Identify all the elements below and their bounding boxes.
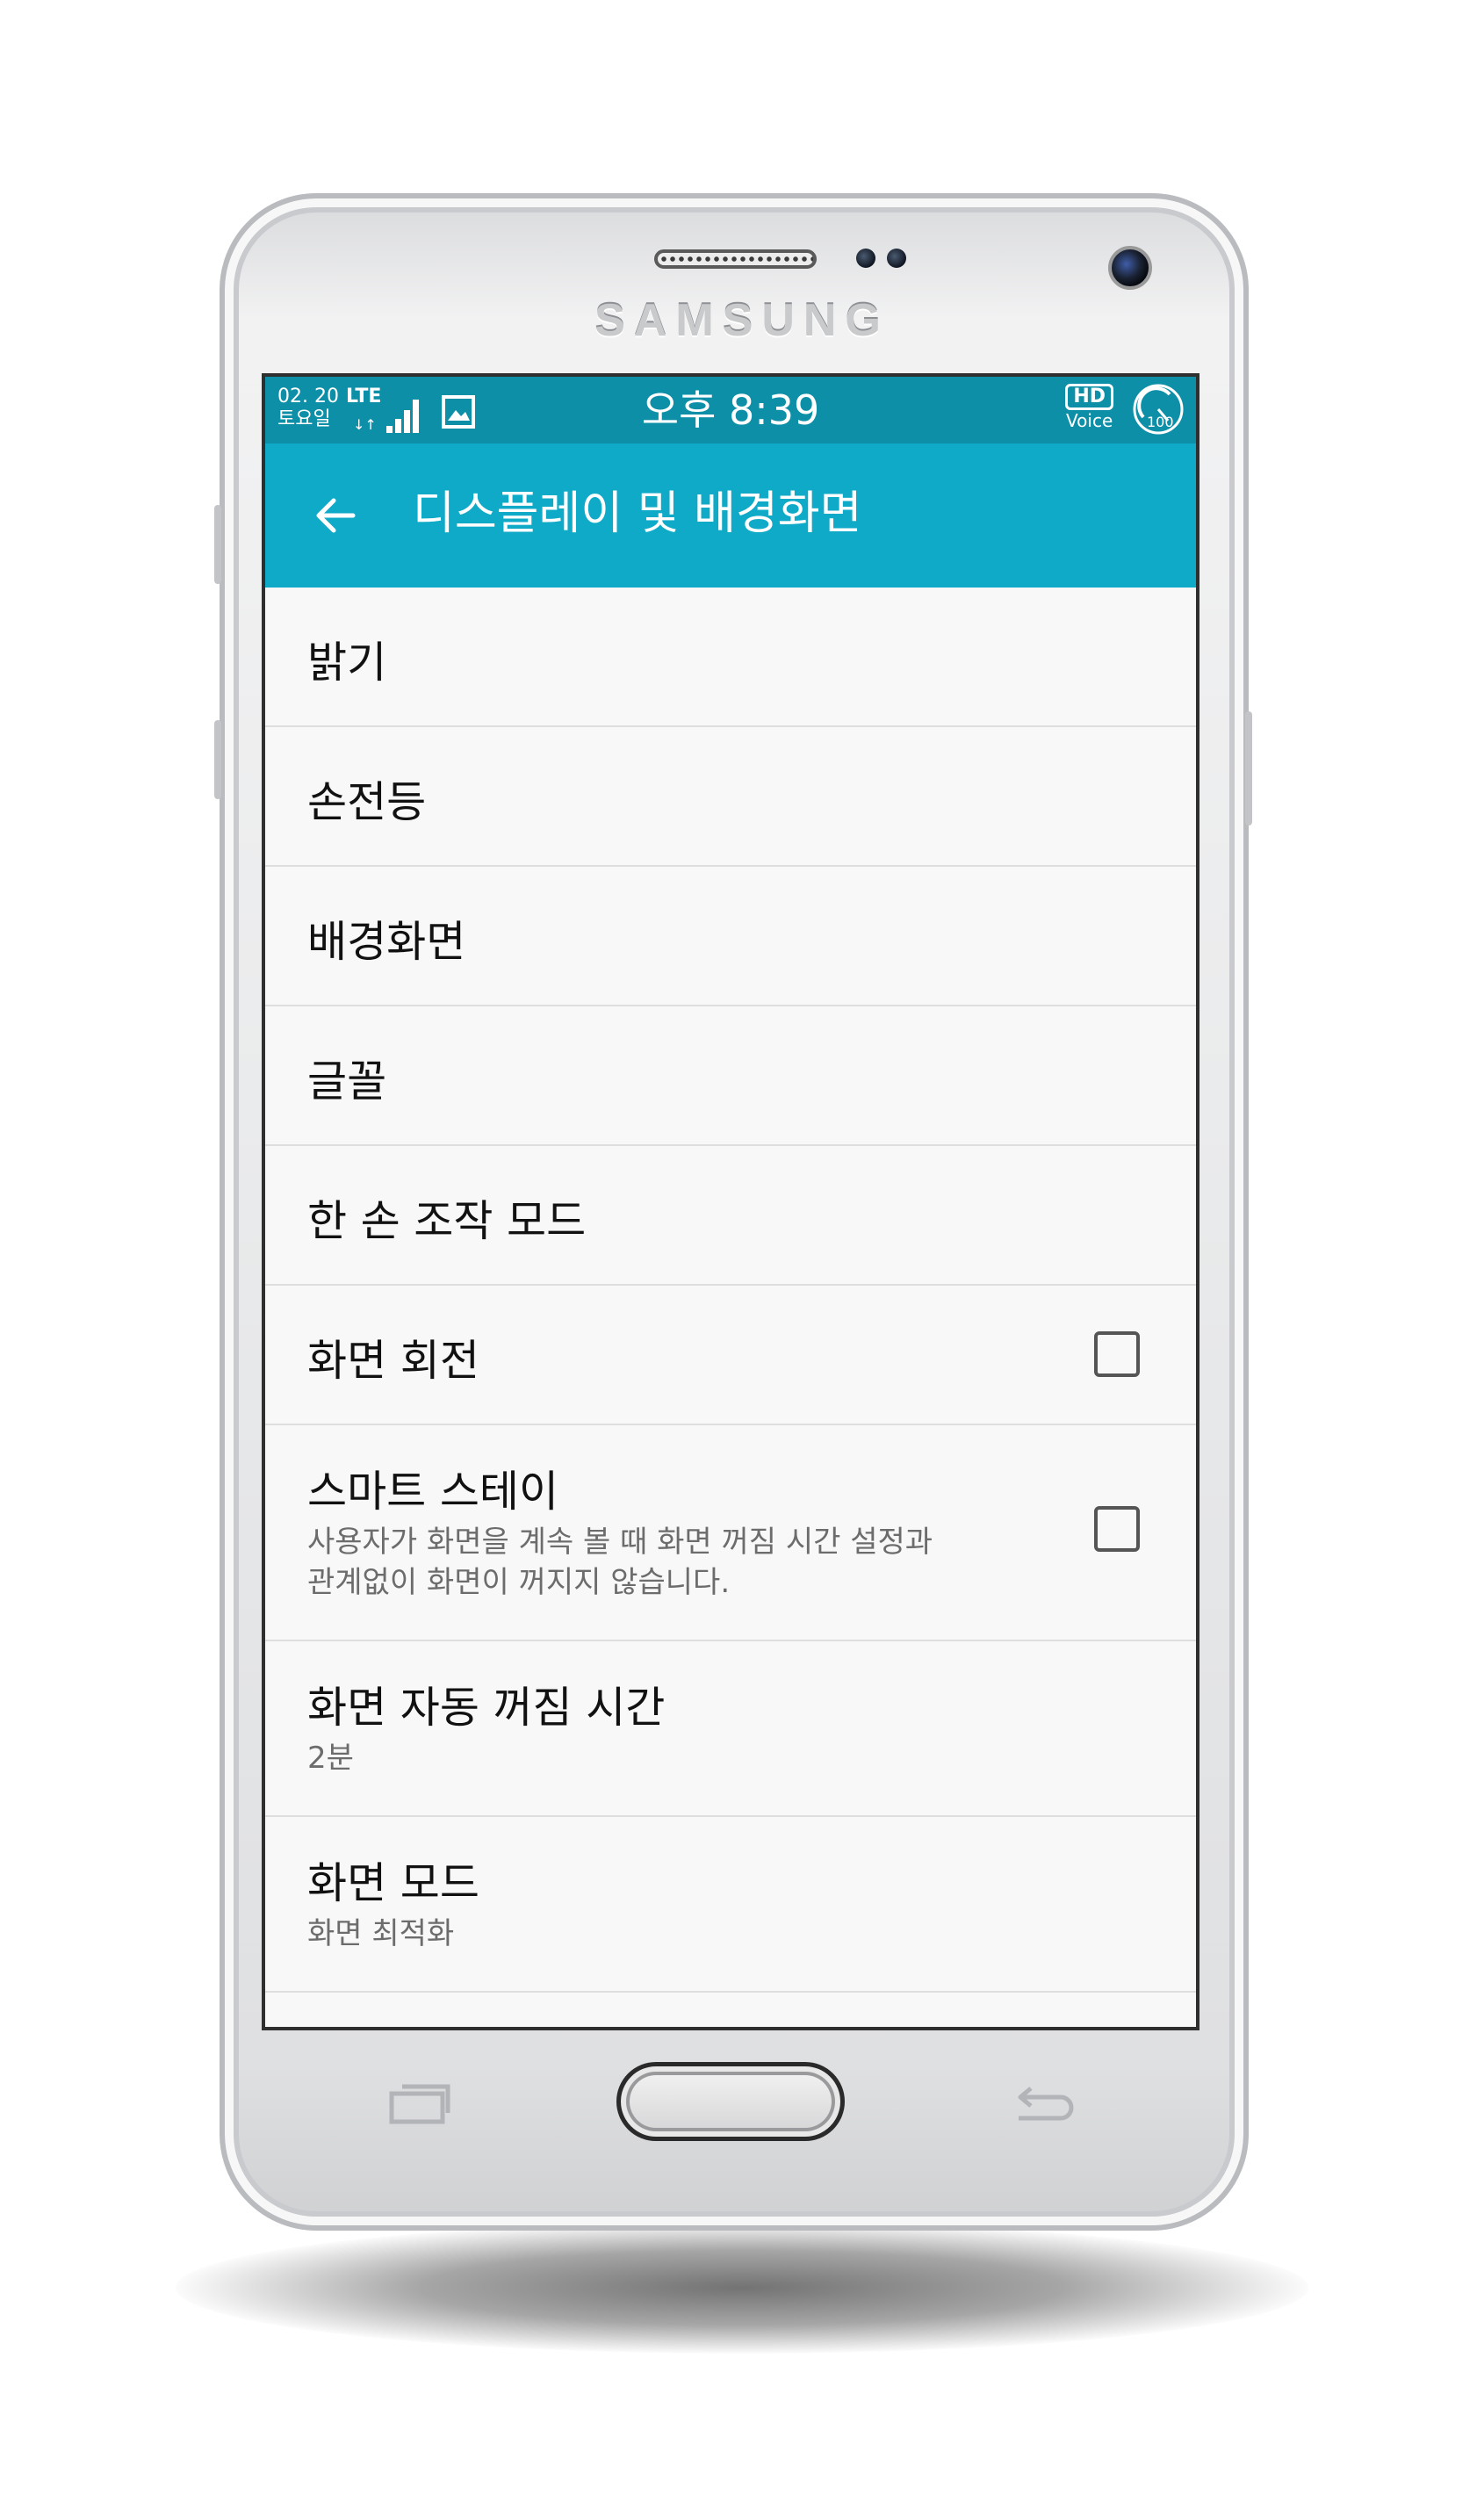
setting-title: 한 손 조작 모드	[307, 1196, 587, 1246]
setting-title: 화면 모드	[307, 1858, 479, 1908]
settings-list: 밝기 손전등 배경화면 글꼴 한 손 조작 모드 화면 회전 스마트 스테이 사…	[265, 588, 1196, 1993]
earpiece-speaker	[654, 249, 817, 269]
battery-icon: 100	[1131, 382, 1185, 436]
setting-one-hand-mode[interactable]: 한 손 조작 모드	[265, 1146, 1196, 1286]
setting-title: 배경화면	[307, 917, 466, 967]
volume-button-2[interactable]	[214, 720, 221, 799]
page-title: 디스플레이 및 배경화면	[413, 487, 862, 540]
setting-wallpaper[interactable]: 배경화면	[265, 867, 1196, 1006]
status-time: 오후 8:39	[641, 386, 820, 434]
proximity-sensor	[856, 249, 875, 268]
hd-badge: HD	[1065, 384, 1113, 410]
screen-rotation-checkbox[interactable]	[1094, 1331, 1140, 1377]
back-key-icon[interactable]	[1010, 2083, 1075, 2129]
setting-title: 손전등	[307, 777, 427, 827]
setting-summary-line: 관계없이 화면이 꺼지지 않습니다.	[307, 1565, 731, 1600]
front-camera	[1108, 246, 1152, 290]
setting-smart-stay[interactable]: 스마트 스테이 사용자가 화면을 계속 볼 때 화면 꺼짐 시간 설정과 관계없…	[265, 1425, 1196, 1641]
hd-voice-indicator: HD Voice	[1065, 384, 1113, 431]
setting-title: 화면 회전	[307, 1336, 479, 1386]
home-button[interactable]	[616, 2062, 845, 2141]
setting-title: 화면 자동 꺼짐 시간	[307, 1683, 666, 1733]
battery-level: 100	[1147, 414, 1174, 430]
smart-stay-checkbox[interactable]	[1094, 1506, 1140, 1552]
brand-logo: SAMSUNG	[594, 295, 890, 346]
setting-font[interactable]: 글꼴	[265, 1006, 1196, 1146]
setting-summary: 2분	[307, 1741, 354, 1776]
setting-title: 스마트 스테이	[307, 1467, 559, 1517]
back-button[interactable]	[309, 489, 362, 542]
setting-brightness[interactable]: 밝기	[265, 588, 1196, 727]
recent-apps-icon[interactable]	[386, 2081, 451, 2127]
setting-title: 밝기	[307, 638, 387, 688]
status-bar: 02. 20 토요일 LTE ↓↑ 오후 8:39 HD Voice 100	[265, 377, 1196, 443]
setting-summary: 화면 최적화	[307, 1916, 455, 1951]
volume-button[interactable]	[214, 505, 221, 584]
screen: 02. 20 토요일 LTE ↓↑ 오후 8:39 HD Voice 100 디…	[262, 373, 1199, 2030]
setting-screen-timeout[interactable]: 화면 자동 꺼짐 시간 2분	[265, 1641, 1196, 1817]
voice-label: Voice	[1066, 410, 1113, 431]
setting-flashlight[interactable]: 손전등	[265, 727, 1196, 867]
setting-title: 글꼴	[307, 1056, 387, 1107]
setting-screen-mode[interactable]: 화면 모드 화면 최적화	[265, 1817, 1196, 1993]
setting-summary-line: 사용자가 화면을 계속 볼 때 화면 꺼짐 시간 설정과	[307, 1525, 933, 1560]
setting-screen-rotation[interactable]: 화면 회전	[265, 1286, 1196, 1425]
app-bar: 디스플레이 및 배경화면	[265, 443, 1196, 588]
power-button[interactable]	[1245, 711, 1252, 826]
phone-shadow	[176, 2222, 1308, 2354]
light-sensor	[887, 249, 906, 268]
arrow-left-icon	[316, 498, 356, 533]
